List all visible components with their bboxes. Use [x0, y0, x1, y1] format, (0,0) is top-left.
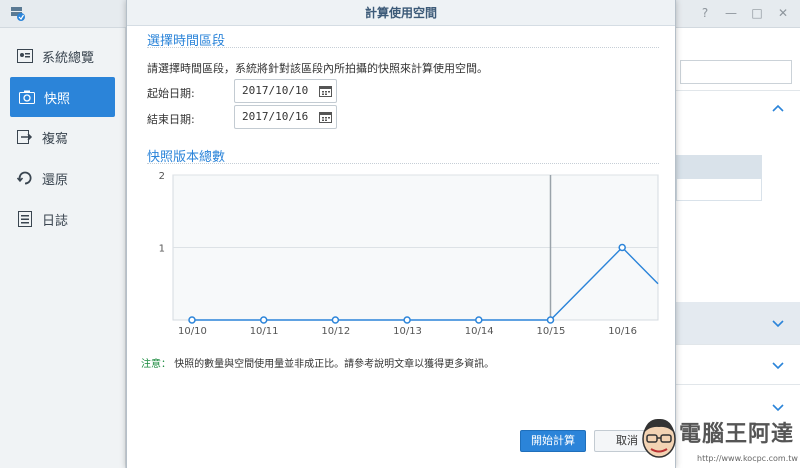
mascot-face-icon — [642, 418, 676, 458]
start-date-value: 2017/10/10 — [242, 84, 309, 97]
window-controls: ? — □ ✕ — [698, 6, 790, 20]
x-tick-label: 10/14 — [465, 326, 494, 337]
close-icon[interactable]: ✕ — [776, 6, 790, 20]
dialog-title: 計算使用空間 — [127, 0, 675, 26]
sidebar-item-label: 日誌 — [42, 213, 69, 229]
x-tick-label: 10/11 — [250, 326, 279, 337]
sidebar: 系統總覽 快照 複寫 還原 日誌 — [0, 28, 126, 468]
camera-icon — [18, 88, 36, 106]
description-text: 請選擇時間區段，系統將針對該區段內所拍攝的快照來計算使用空間。 — [147, 62, 488, 75]
log-icon — [16, 210, 34, 228]
x-tick-label: 10/16 — [608, 326, 637, 337]
replicate-arrow-icon — [16, 128, 34, 146]
data-point — [546, 316, 555, 324]
watermark-logo: 電腦王阿達 http://www.kocpc.com.tw — [635, 410, 800, 468]
chevron-up-icon[interactable] — [772, 100, 784, 116]
note-label: 注意： — [141, 359, 171, 370]
y-tick-label: 2 — [159, 171, 165, 182]
sidebar-item-label: 快照 — [44, 91, 71, 107]
x-tick-label: 10/15 — [537, 326, 566, 337]
sidebar-item-label: 還原 — [42, 172, 69, 188]
x-tick-label: 10/10 — [178, 326, 207, 337]
restore-icon — [16, 169, 34, 187]
data-point — [259, 316, 268, 324]
data-point — [331, 316, 340, 324]
maximize-icon[interactable]: □ — [750, 6, 764, 20]
calendar-icon[interactable] — [319, 111, 332, 123]
x-tick-label: 10/12 — [321, 326, 350, 337]
calculate-usage-dialog: 計算使用空間 選擇時間區段 請選擇時間區段，系統將針對該區段內所拍攝的快照來計算… — [126, 0, 676, 468]
background-divider — [676, 384, 800, 385]
end-date-label: 結束日期: — [147, 113, 195, 126]
minimize-icon[interactable]: — — [724, 6, 738, 20]
x-tick-label: 10/13 — [393, 326, 422, 337]
sidebar-item-log[interactable]: 日誌 — [0, 199, 125, 239]
data-point — [403, 316, 411, 324]
sidebar-item-replication[interactable]: 複寫 — [0, 117, 125, 157]
background-search-input[interactable] — [680, 60, 792, 84]
chevron-down-icon[interactable] — [772, 316, 784, 332]
start-date-label: 起始日期: — [147, 87, 195, 100]
overview-card-icon — [16, 47, 34, 65]
watermark-text: 電腦王阿達 — [679, 422, 795, 447]
start-date-field[interactable]: 2017/10/10 — [234, 79, 337, 103]
end-date-field[interactable]: 2017/10/16 — [234, 105, 337, 129]
sidebar-item-label: 系統總覽 — [42, 50, 95, 66]
chevron-down-icon[interactable] — [772, 358, 784, 374]
data-point — [188, 316, 196, 324]
note-text: 注意： 快照的數量與空間使用量並非成正比。請參考說明文章以獲得更多資訊。 — [141, 355, 494, 370]
section-divider — [147, 47, 659, 48]
sidebar-item-label: 複寫 — [42, 131, 69, 147]
background-table-header — [676, 155, 762, 179]
sidebar-item-restore[interactable]: 還原 — [0, 158, 125, 198]
background-table-row — [676, 179, 762, 201]
sidebar-item-snapshot[interactable]: 快照 — [10, 77, 115, 117]
watermark-url: http://www.kocpc.com.tw — [697, 454, 798, 463]
start-calculation-button[interactable]: 開始計算 — [520, 430, 586, 452]
note-body: 快照的數量與空間使用量並非成正比。請參考說明文章以獲得更多資訊。 — [174, 359, 495, 370]
app-logo-icon — [11, 7, 25, 21]
snapshot-count-chart: 1 2 10/10 10/11 10/12 10/13 10/14 10/15 10/16 — [159, 171, 659, 337]
y-tick-label: 1 — [159, 244, 165, 255]
section-divider — [147, 163, 659, 164]
calendar-icon[interactable] — [319, 85, 332, 97]
data-point — [475, 316, 483, 324]
sidebar-item-overview[interactable]: 系統總覽 — [0, 36, 125, 76]
end-date-value: 2017/10/16 — [242, 110, 309, 123]
background-divider — [676, 90, 800, 91]
data-point — [618, 243, 626, 252]
background-divider — [676, 344, 800, 345]
help-icon[interactable]: ? — [698, 6, 712, 20]
